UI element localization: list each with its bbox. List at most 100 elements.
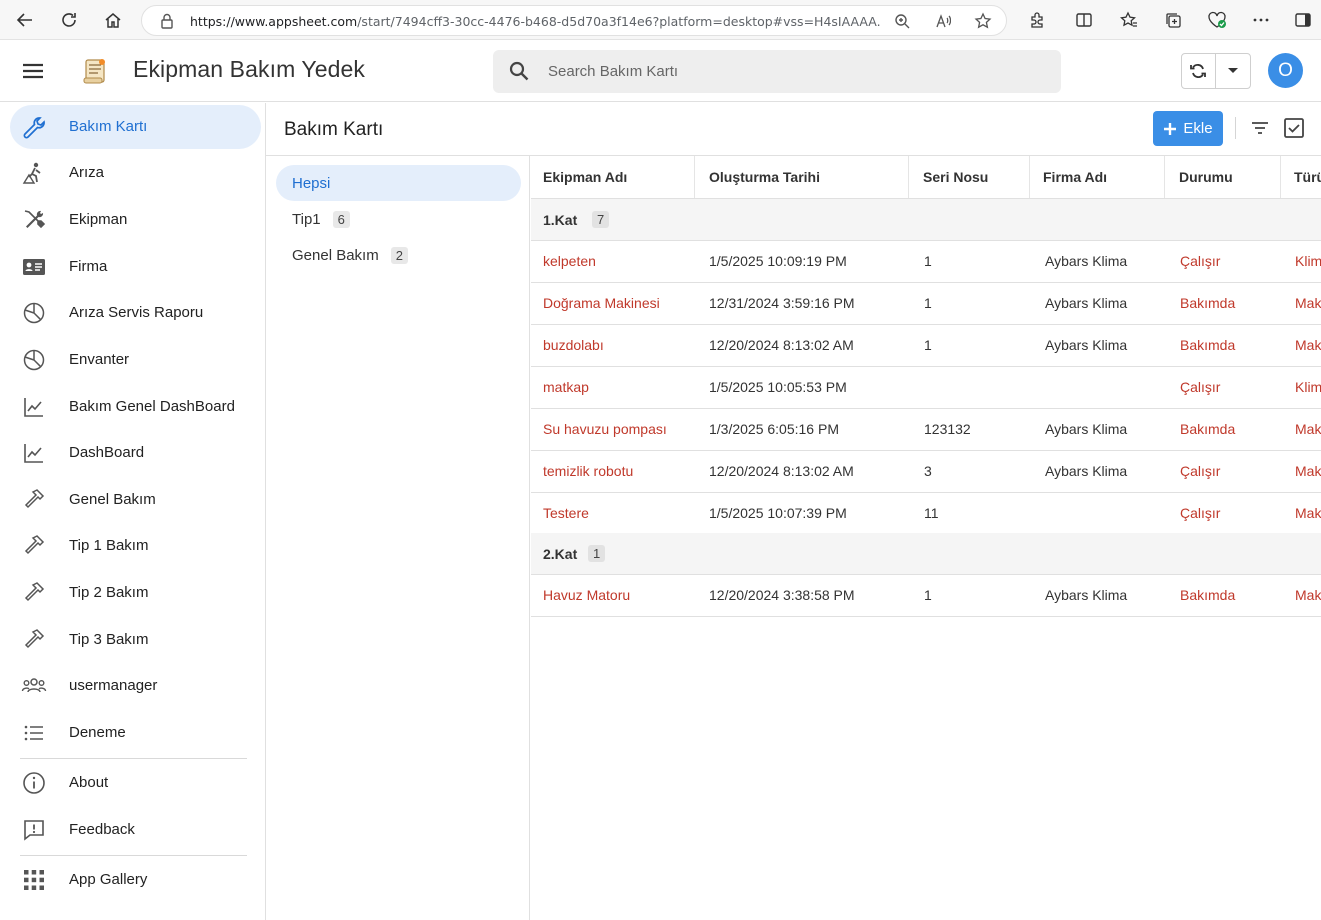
table-row[interactable]: Havuz Matoru 12/20/2024 3:38:58 PM 1 Ayb…	[531, 575, 1321, 617]
address-bar[interactable]: https://www.appsheet.com/start/7494cff3-…	[141, 5, 1007, 36]
cell-durumu: Bakımda	[1180, 295, 1236, 311]
table-row[interactable]: buzdolabı 12/20/2024 8:13:02 AM 1 Aybars…	[531, 325, 1321, 367]
cell-durumu: Çalışır	[1180, 379, 1221, 395]
more-menu-icon[interactable]	[1244, 3, 1278, 37]
group-count-badge: 6	[332, 210, 350, 228]
sidebar-item-about[interactable]: About	[10, 761, 261, 805]
group-count-badge: 7	[592, 211, 610, 228]
sidebar-item-ekipman[interactable]: Ekipman	[10, 198, 261, 242]
group-filter-label: Tip1	[292, 210, 321, 228]
cell-firma-adi: Aybars Klima	[1045, 421, 1128, 437]
avatar[interactable]: O	[1268, 53, 1303, 88]
table-row[interactable]: temizlik robotu 12/20/2024 8:13:02 AM 3 …	[531, 451, 1321, 493]
sync-icon[interactable]	[1182, 54, 1216, 88]
cell-olusturma-tarihi: 1/5/2025 10:09:19 PM	[709, 253, 847, 269]
collections-icon[interactable]	[1156, 3, 1190, 37]
search-input[interactable]: Search Bakım Kartı	[493, 50, 1061, 93]
cell-ekipman-adi: kelpeten	[543, 253, 596, 269]
sidebar-item-label: Tip 2 Bakım	[69, 584, 149, 601]
split-screen-icon[interactable]	[1067, 3, 1101, 37]
column-header-ekipman-adi[interactable]: Ekipman Adı	[531, 156, 695, 198]
users-icon	[21, 673, 47, 699]
sidebar-item-ariza[interactable]: Arıza	[10, 151, 261, 195]
column-header-turu[interactable]: Türü	[1281, 156, 1321, 198]
select-checkbox-icon[interactable]	[1283, 117, 1305, 139]
pie-chart-icon	[21, 347, 47, 373]
sidebar-item-label: About	[69, 774, 109, 791]
favorite-star-icon[interactable]	[974, 12, 992, 30]
column-header-seri-nosu[interactable]: Seri Nosu	[909, 156, 1030, 198]
home-icon[interactable]	[96, 3, 130, 37]
sidebar-item-tip2-bakim[interactable]: Tip 2 Bakım	[10, 571, 261, 615]
zoom-icon[interactable]	[894, 13, 910, 29]
sidebar-item-dashboard[interactable]: DashBoard	[10, 431, 261, 475]
sidebar-item-label: usermanager	[69, 677, 158, 694]
sidebar-item-feedback[interactable]: Feedback	[10, 808, 261, 852]
column-header-olusturma-tarihi[interactable]: Oluşturma Tarihi	[695, 156, 909, 198]
line-chart-icon	[21, 394, 47, 420]
cell-turu: Makine	[1295, 587, 1321, 603]
group-filter-hepsi[interactable]: Hepsi	[276, 165, 521, 201]
back-arrow-icon[interactable]	[8, 3, 42, 37]
table-row[interactable]: Doğrama Makinesi 12/31/2024 3:59:16 PM 1…	[531, 283, 1321, 325]
sidebar-item-usermanager[interactable]: usermanager	[10, 664, 261, 708]
sidebar-item-firma[interactable]: Firma	[10, 245, 261, 289]
filter-icon[interactable]	[1249, 117, 1271, 139]
cell-durumu: Çalışır	[1180, 463, 1221, 479]
add-button[interactable]: Ekle	[1153, 111, 1223, 146]
hamburger-menu-icon[interactable]	[19, 57, 47, 85]
table-row[interactable]: Su havuzu pompası 1/3/2025 6:05:16 PM 12…	[531, 409, 1321, 451]
sidebar-item-label: Firma	[69, 258, 108, 275]
group-label: 1.Kat	[543, 212, 578, 228]
sidebar-item-tip1-bakim[interactable]: Tip 1 Bakım	[10, 524, 261, 568]
table-group-header[interactable]: 1.Kat 7	[531, 199, 1321, 241]
cell-seri-nosu: 3	[924, 463, 932, 479]
column-header-durumu[interactable]: Durumu	[1165, 156, 1281, 198]
cell-olusturma-tarihi: 12/20/2024 8:13:02 AM	[709, 463, 854, 479]
sidebar-item-bakim-genel-dashboard[interactable]: Bakım Genel DashBoard	[10, 385, 261, 429]
cell-turu: Klima	[1295, 379, 1321, 395]
group-filter-tip1[interactable]: Tip1 6	[276, 201, 521, 237]
group-filter-label: Genel Bakım	[292, 246, 379, 264]
cell-olusturma-tarihi: 12/31/2024 3:59:16 PM	[709, 295, 855, 311]
pie-chart-icon	[21, 300, 47, 326]
wrench-icon	[21, 114, 47, 140]
read-aloud-icon[interactable]	[935, 13, 951, 29]
cell-olusturma-tarihi: 1/5/2025 10:05:53 PM	[709, 379, 847, 395]
extensions-icon[interactable]	[1020, 3, 1054, 37]
group-count-badge: 2	[390, 246, 408, 264]
sidebar-item-envanter[interactable]: Envanter	[10, 338, 261, 382]
hammer-icon	[21, 580, 47, 606]
sidebar-item-label: Ekipman	[69, 211, 128, 228]
table-row[interactable]: matkap 1/5/2025 10:05:53 PM Çalışır Klim…	[531, 367, 1321, 409]
sync-control	[1181, 53, 1251, 89]
sidebar-toggle-icon[interactable]	[1286, 3, 1320, 37]
cell-seri-nosu: 11	[924, 505, 939, 521]
hammer-icon	[21, 533, 47, 559]
cell-olusturma-tarihi: 12/20/2024 3:38:58 PM	[709, 587, 855, 603]
browser-essentials-icon[interactable]	[1200, 3, 1234, 37]
sidebar-item-app-gallery[interactable]: App Gallery	[10, 858, 261, 902]
sidebar-divider	[20, 758, 247, 759]
sidebar-item-label: Bakım Kartı	[69, 118, 148, 135]
sidebar-item-tip3-bakim[interactable]: Tip 3 Bakım	[10, 618, 261, 662]
cell-turu: Makine	[1295, 421, 1321, 437]
favorites-icon[interactable]	[1112, 3, 1146, 37]
refresh-icon[interactable]	[52, 3, 86, 37]
url-text: https://www.appsheet.com/start/7494cff3-…	[190, 14, 880, 29]
sidebar-item-genel-bakim[interactable]: Genel Bakım	[10, 478, 261, 522]
table-row[interactable]: Testere 1/5/2025 10:07:39 PM 11 Çalışır …	[531, 493, 1321, 535]
table-group-header[interactable]: 2.Kat 1	[531, 533, 1321, 575]
cell-ekipman-adi: buzdolabı	[543, 337, 604, 353]
sidebar-item-label: Arıza Servis Raporu	[69, 304, 204, 321]
column-header-firma-adi[interactable]: Firma Adı	[1030, 156, 1165, 198]
sidebar-item-ariza-servis-raporu[interactable]: Arıza Servis Raporu	[10, 291, 261, 335]
group-filter-genel-bakim[interactable]: Genel Bakım 2	[276, 237, 521, 273]
table-row[interactable]: kelpeten 1/5/2025 10:09:19 PM 1 Aybars K…	[531, 241, 1321, 283]
sidebar-item-bakim-karti[interactable]: Bakım Kartı	[10, 105, 261, 149]
sidebar-item-deneme[interactable]: Deneme	[10, 711, 261, 755]
cell-seri-nosu: 1	[924, 295, 932, 311]
info-icon	[21, 770, 47, 796]
chevron-down-icon[interactable]	[1216, 54, 1250, 88]
plus-icon	[1163, 122, 1177, 136]
